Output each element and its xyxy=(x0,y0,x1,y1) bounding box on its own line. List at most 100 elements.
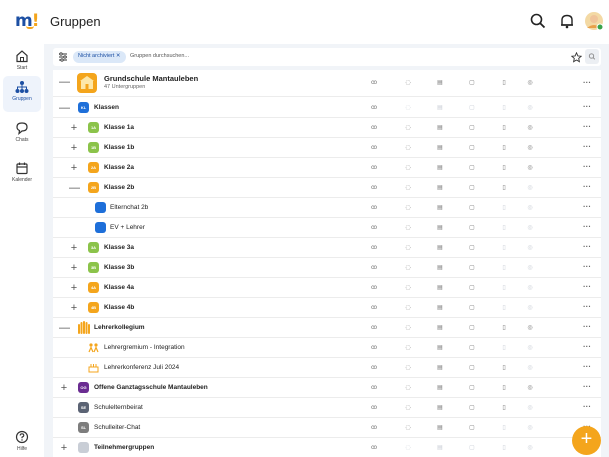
calendar-icon[interactable]: ▤ xyxy=(435,364,445,371)
chat-icon[interactable]: ◌ xyxy=(403,224,413,231)
poll-icon[interactable]: ◎ xyxy=(525,124,535,131)
chat-icon[interactable]: ◌ xyxy=(403,184,413,191)
app-logo[interactable]: m! xyxy=(15,11,39,31)
chat-icon[interactable]: ◌ xyxy=(403,164,413,171)
files-icon[interactable]: ▢ xyxy=(467,404,477,411)
star-icon[interactable] xyxy=(571,52,582,63)
calendar-icon[interactable]: ▤ xyxy=(435,264,445,271)
expand-toggle[interactable]: + xyxy=(69,242,79,254)
files-icon[interactable]: ▢ xyxy=(467,304,477,311)
calendar-icon[interactable]: ▤ xyxy=(435,204,445,211)
expand-toggle[interactable]: + xyxy=(69,142,79,154)
files-icon[interactable]: ▢ xyxy=(467,144,477,151)
more-options-icon[interactable]: ··· xyxy=(583,78,591,87)
collapse-toggle[interactable]: — xyxy=(59,322,70,334)
group-row[interactable]: — 2B Klasse 2b ꝏ ◌ ▤ ▢ ▯ ◎ ··· xyxy=(53,178,601,198)
poll-icon[interactable]: ◎ xyxy=(525,79,535,86)
more-options-icon[interactable]: ··· xyxy=(583,182,591,191)
document-icon[interactable]: ▯ xyxy=(499,144,509,151)
group-row[interactable]: — KL Klassen ꝏ ◌ ▤ ▢ ▯ ◎ ··· xyxy=(53,98,601,118)
document-icon[interactable]: ▯ xyxy=(499,164,509,171)
files-icon[interactable]: ▢ xyxy=(467,79,477,86)
group-row[interactable]: +1B Klasse 1b ꝏ ◌ ▤ ▢ ▯ ◎ ··· xyxy=(53,138,601,158)
poll-icon[interactable]: ◎ xyxy=(525,384,535,391)
chat-icon[interactable]: ◌ xyxy=(403,364,413,371)
calendar-icon[interactable]: ▤ xyxy=(435,424,445,431)
members-icon[interactable]: ꝏ xyxy=(369,164,379,171)
expand-toggle[interactable]: + xyxy=(59,442,69,454)
chat-icon[interactable]: ◌ xyxy=(403,284,413,291)
members-icon[interactable]: ꝏ xyxy=(369,244,379,251)
more-options-icon[interactable]: ··· xyxy=(583,362,591,371)
members-icon[interactable]: ꝏ xyxy=(369,444,379,451)
group-row[interactable]: Elternchat 2b ꝏ ◌ ▤ ▢ ▯ ◎ ··· xyxy=(53,198,601,218)
files-icon[interactable]: ▢ xyxy=(467,124,477,131)
group-row[interactable]: +4B Klasse 4b ꝏ ◌ ▤ ▢ ▯ ◎ ··· xyxy=(53,298,601,318)
group-row[interactable]: — Lehrerkollegium ꝏ ◌ ▤ ▢ ▯ ◎ ··· xyxy=(53,318,601,338)
add-group-button[interactable]: + xyxy=(572,426,601,455)
collapse-toggle[interactable]: — xyxy=(59,76,70,88)
poll-icon[interactable]: ◎ xyxy=(525,324,535,331)
members-icon[interactable]: ꝏ xyxy=(369,124,379,131)
expand-toggle[interactable]: + xyxy=(69,262,79,274)
sidebar-item-kalender[interactable]: Kalender xyxy=(3,158,41,194)
sidebar-item-hilfe[interactable]: Hilfe xyxy=(3,428,41,457)
more-options-icon[interactable]: ··· xyxy=(583,382,591,391)
sidebar-item-chats[interactable]: Chats xyxy=(3,118,41,154)
document-icon[interactable]: ▯ xyxy=(499,79,509,86)
members-icon[interactable]: ꝏ xyxy=(369,104,379,111)
collapse-toggle[interactable]: — xyxy=(69,182,80,194)
document-icon[interactable]: ▯ xyxy=(499,184,509,191)
more-options-icon[interactable]: ··· xyxy=(583,262,591,271)
collapse-toggle[interactable]: — xyxy=(59,102,70,114)
calendar-icon[interactable]: ▤ xyxy=(435,164,445,171)
calendar-icon[interactable]: ▤ xyxy=(435,184,445,191)
chat-icon[interactable]: ◌ xyxy=(403,324,413,331)
more-options-icon[interactable]: ··· xyxy=(583,162,591,171)
group-row[interactable]: Lehrergremium - Integration ꝏ ◌ ▤ ▢ ▯ ◎ ··· xyxy=(53,338,601,358)
members-icon[interactable]: ꝏ xyxy=(369,144,379,151)
files-icon[interactable]: ▢ xyxy=(467,184,477,191)
poll-icon[interactable]: ◎ xyxy=(525,164,535,171)
document-icon[interactable]: ▯ xyxy=(499,124,509,131)
chat-icon[interactable]: ◌ xyxy=(403,304,413,311)
search-icon[interactable] xyxy=(529,12,547,30)
chat-icon[interactable]: ◌ xyxy=(403,344,413,351)
chat-icon[interactable]: ◌ xyxy=(403,79,413,86)
filter-chip[interactable]: Nicht archiviert ✕ xyxy=(73,51,126,63)
chat-icon[interactable]: ◌ xyxy=(403,244,413,251)
search-button[interactable] xyxy=(585,49,599,64)
filter-icon[interactable] xyxy=(58,52,68,62)
calendar-icon[interactable]: ▤ xyxy=(435,244,445,251)
members-icon[interactable]: ꝏ xyxy=(369,344,379,351)
group-row[interactable]: Lehrerkonferenz Juli 2024 ꝏ ◌ ▤ ▢ ▯ ◎ ··· xyxy=(53,358,601,378)
group-row[interactable]: +Teilnehmergruppenꝏ◌▤▢▯◎··· xyxy=(53,438,601,457)
document-icon[interactable]: ▯ xyxy=(499,324,509,331)
members-icon[interactable]: ꝏ xyxy=(369,384,379,391)
more-options-icon[interactable]: ··· xyxy=(583,302,591,311)
expand-toggle[interactable]: + xyxy=(69,282,79,294)
more-options-icon[interactable]: ··· xyxy=(583,282,591,291)
user-avatar[interactable] xyxy=(584,11,604,31)
members-icon[interactable]: ꝏ xyxy=(369,79,379,86)
expand-toggle[interactable]: + xyxy=(69,162,79,174)
files-icon[interactable]: ▢ xyxy=(467,424,477,431)
calendar-icon[interactable]: ▤ xyxy=(435,404,445,411)
calendar-icon[interactable]: ▤ xyxy=(435,79,445,86)
chat-icon[interactable]: ◌ xyxy=(403,424,413,431)
calendar-icon[interactable]: ▤ xyxy=(435,344,445,351)
sidebar-item-gruppen[interactable]: Gruppen xyxy=(3,76,41,112)
files-icon[interactable]: ▢ xyxy=(467,244,477,251)
poll-icon[interactable]: ◎ xyxy=(525,144,535,151)
calendar-icon[interactable]: ▤ xyxy=(435,304,445,311)
more-options-icon[interactable]: ··· xyxy=(583,402,591,411)
search-input[interactable]: Gruppen durchsuchen... xyxy=(130,53,189,59)
more-options-icon[interactable]: ··· xyxy=(583,142,591,151)
calendar-icon[interactable]: ▤ xyxy=(435,224,445,231)
close-icon[interactable]: ✕ xyxy=(116,53,121,59)
group-row[interactable]: +3B Klasse 3b ꝏ ◌ ▤ ▢ ▯ ◎ ··· xyxy=(53,258,601,278)
calendar-icon[interactable]: ▤ xyxy=(435,124,445,131)
more-options-icon[interactable]: ··· xyxy=(583,322,591,331)
group-row[interactable]: EV + Lehrer ꝏ ◌ ▤ ▢ ▯ ◎ ··· xyxy=(53,218,601,238)
expand-toggle[interactable]: + xyxy=(69,122,79,134)
